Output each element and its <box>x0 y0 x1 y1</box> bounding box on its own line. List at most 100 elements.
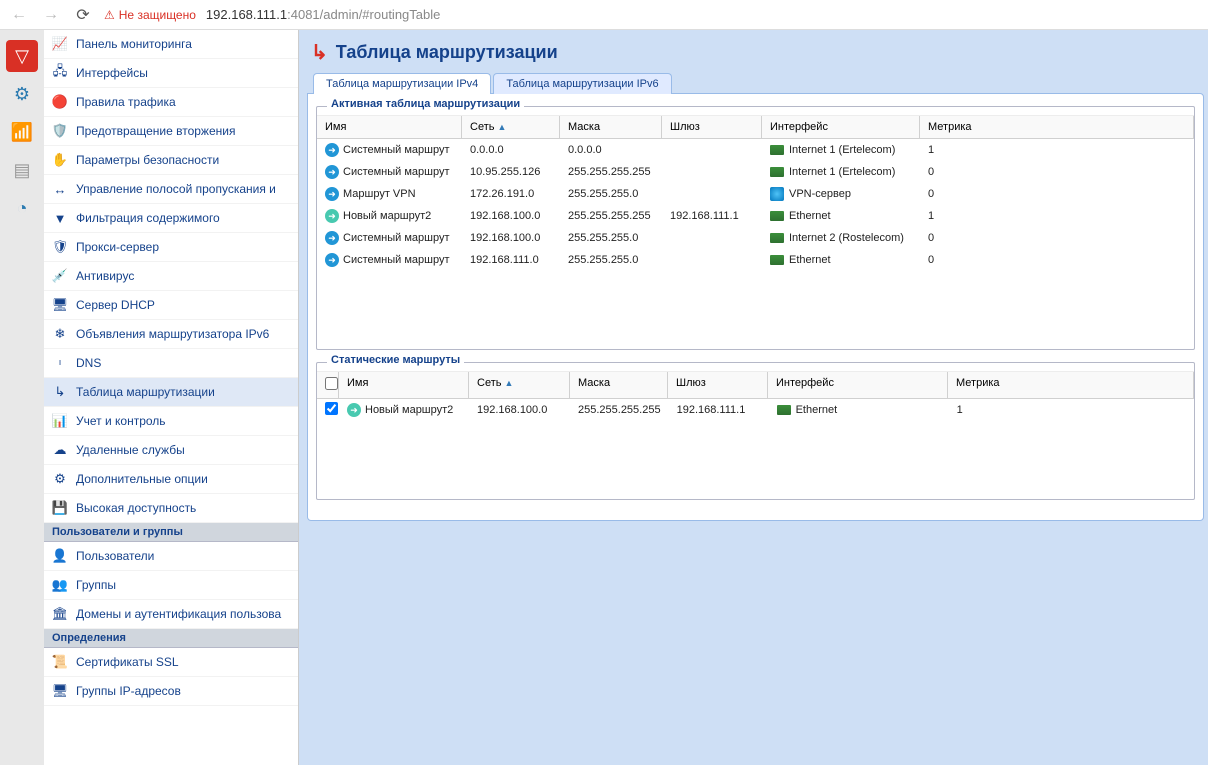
menu-icon: ✋ <box>52 152 68 168</box>
stats-icon[interactable]: 📶 <box>6 116 38 148</box>
sidebar-item[interactable]: 📈Панель мониторинга <box>44 30 298 59</box>
interface-icon <box>770 187 784 201</box>
menu-icon: ⚙ <box>52 471 68 487</box>
col-gateway[interactable]: Шлюз <box>668 372 768 398</box>
col-metric[interactable]: Метрика <box>948 372 1194 398</box>
sidebar-item[interactable]: 📊Учет и контроль <box>44 407 298 436</box>
route-name: Новый маршрут2 <box>343 210 431 222</box>
col-mask[interactable]: Маска <box>560 116 662 138</box>
sidebar-item[interactable]: ⚙Дополнительные опции <box>44 465 298 494</box>
pie-icon[interactable]: ◔ <box>6 192 38 224</box>
sidebar-item-label: Параметры безопасности <box>76 153 219 167</box>
cell-mask: 0.0.0.0 <box>560 141 662 159</box>
col-name[interactable]: Имя <box>317 116 462 138</box>
sidebar-item-label: Сервер DHCP <box>76 298 155 312</box>
table-row[interactable]: ➜Системный маршрут192.168.111.0255.255.2… <box>317 249 1194 271</box>
cell-metric: 0 <box>920 185 1194 203</box>
menu-icon: 🛡️ <box>52 123 68 139</box>
row-checkbox[interactable] <box>325 402 338 415</box>
settings-icon[interactable]: ⚙ <box>6 78 38 110</box>
menu-icon: 📜 <box>52 654 68 670</box>
back-button[interactable]: ← <box>8 4 30 26</box>
menu-icon: ᶥ <box>52 355 68 371</box>
sidebar-item[interactable]: 👤Пользователи <box>44 542 298 571</box>
table-row[interactable]: ➜Новый маршрут2192.168.100.0255.255.255.… <box>317 399 1194 421</box>
sidebar-item-label: Управление полосой пропускания и <box>76 182 276 196</box>
tabs: Таблица маршрутизации IPv4Таблица маршру… <box>313 73 1204 94</box>
sidebar-item[interactable]: 👥Группы <box>44 571 298 600</box>
sidebar-item[interactable]: ✋ Параметры безопасности <box>44 146 298 175</box>
menu-icon: ↔ <box>52 181 68 197</box>
menu-icon: ▼ <box>52 210 68 226</box>
cell-gateway <box>662 257 762 263</box>
sidebar-item[interactable]: 💾Высокая доступность <box>44 494 298 523</box>
route-type-icon: ➜ <box>325 253 339 267</box>
route-name: Системный маршрут <box>343 232 450 244</box>
sidebar-item[interactable]: 💉Антивирус <box>44 262 298 291</box>
col-network[interactable]: Сеть▲ <box>462 116 560 138</box>
cell-metric: 0 <box>920 251 1194 269</box>
sidebar-item[interactable]: 📜Сертификаты SSL <box>44 648 298 677</box>
sidebar-section-users: Пользователи и группы <box>44 523 298 542</box>
sidebar-item[interactable]: ☁Удаленные службы <box>44 436 298 465</box>
sidebar: 📈Панель мониторинга🖧Интерфейсы 🔴 Правила т… <box>44 30 299 765</box>
document-icon[interactable]: ▤ <box>6 154 38 186</box>
col-interface[interactable]: Интерфейс <box>768 372 948 398</box>
select-all-checkbox[interactable] <box>325 377 338 390</box>
cell-network: 192.168.100.0 <box>469 401 570 419</box>
col-mask[interactable]: Маска <box>570 372 668 398</box>
forward-button[interactable]: → <box>40 4 62 26</box>
col-network[interactable]: Сеть▲ <box>469 372 570 398</box>
reload-button[interactable]: ⟳ <box>72 4 94 26</box>
tab[interactable]: Таблица маршрутизации IPv6 <box>493 73 671 94</box>
tab[interactable]: Таблица маршрутизации IPv4 <box>313 73 491 94</box>
security-label: Не защищено <box>119 8 196 22</box>
active-routes-legend: Активная таблица маршрутизации <box>327 98 524 110</box>
shield-icon[interactable]: ▽ <box>6 40 38 72</box>
table-row[interactable]: ➜Маршрут VPN172.26.191.0255.255.255.0VPN… <box>317 183 1194 205</box>
sidebar-item[interactable]: 🛡️Предотвращение вторжения <box>44 117 298 146</box>
sidebar-item[interactable]: 🛡Прокси-сервер <box>44 233 298 262</box>
sidebar-item[interactable]: ❄Объявления маршрутизатора IPv6 <box>44 320 298 349</box>
sidebar-item-label: DNS <box>76 356 101 370</box>
col-gateway[interactable]: Шлюз <box>662 116 762 138</box>
menu-icon: 🖥 <box>52 297 68 313</box>
cell-network: 10.95.255.126 <box>462 163 560 181</box>
security-indicator[interactable]: ⚠ Не защищено <box>104 8 196 22</box>
cell-mask: 255.255.255.0 <box>560 185 662 203</box>
sidebar-item[interactable]: ↳Таблица маршрутизации <box>44 378 298 407</box>
sidebar-item[interactable]: 🖥 Сервер DHCP <box>44 291 298 320</box>
table-row[interactable]: ➜Системный маршрут192.168.100.0255.255.2… <box>317 227 1194 249</box>
table-row[interactable]: ➜Системный маршрут0.0.0.00.0.0.0Internet… <box>317 139 1194 161</box>
sort-asc-icon: ▲ <box>497 122 506 132</box>
sidebar-item-label: Правила трафика <box>76 95 176 109</box>
col-interface[interactable]: Интерфейс <box>762 116 920 138</box>
sidebar-item[interactable]: 🏛Домены и аутентификация пользова <box>44 600 298 629</box>
col-checkbox[interactable] <box>317 372 339 398</box>
col-name[interactable]: Имя <box>339 372 469 398</box>
menu-icon: 🔴 <box>52 94 68 110</box>
sidebar-item-label: Интерфейсы <box>76 66 148 80</box>
sidebar-item[interactable]: ▼Фильтрация содержимого <box>44 204 298 233</box>
url-path: /admin/#routingTable <box>320 7 441 22</box>
sidebar-item[interactable]: ᶥ DNS <box>44 349 298 378</box>
menu-icon: 👥 <box>52 577 68 593</box>
menu-icon: 👤 <box>52 548 68 564</box>
route-type-icon: ➜ <box>325 165 339 179</box>
menu-icon: 🖥 <box>52 683 68 699</box>
cell-gateway: 192.168.111.1 <box>662 207 762 225</box>
sidebar-section-defs: Определения <box>44 629 298 648</box>
sidebar-item[interactable]: 🖧Интерфейсы <box>44 59 298 88</box>
interface-icon <box>770 233 784 243</box>
static-routes-grid: Имя Сеть▲ Маска Шлюз Интерфейс Метрика ➜… <box>317 371 1194 499</box>
table-row[interactable]: ➜Системный маршрут10.95.255.126255.255.2… <box>317 161 1194 183</box>
cell-gateway <box>662 169 762 175</box>
menu-icon: ☁ <box>52 442 68 458</box>
sidebar-item[interactable]: ↔ Управление полосой пропускания и <box>44 175 298 204</box>
sidebar-item[interactable]: 🔴 Правила трафика <box>44 88 298 117</box>
col-metric[interactable]: Метрика <box>920 116 1194 138</box>
cell-interface: Internet 1 (Ertelecom) <box>789 166 895 178</box>
sidebar-item[interactable]: 🖥Группы IP-адресов <box>44 677 298 706</box>
url-bar[interactable]: 192.168.111.1:4081/admin/#routingTable <box>206 7 440 22</box>
table-row[interactable]: ➜Новый маршрут2192.168.100.0255.255.255.… <box>317 205 1194 227</box>
